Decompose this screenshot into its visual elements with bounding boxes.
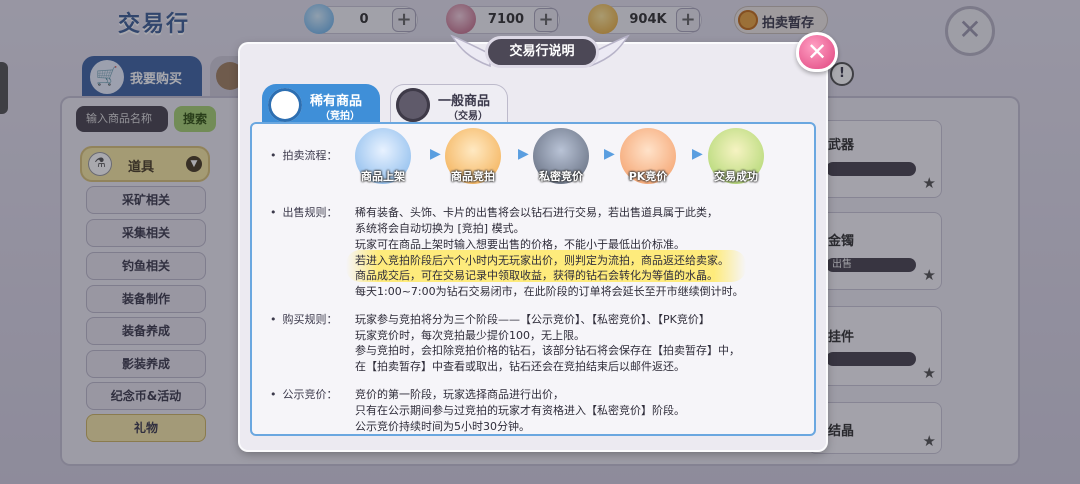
- sell-rules-label: 出售规则：: [270, 204, 338, 220]
- flow-step: PK竞价: [619, 128, 677, 184]
- sell-rule-line: 稀有装备、头饰、卡片的出售将会以钻石进行交易，若出售道具属于此类，: [355, 206, 718, 219]
- sell-rule-line: 商品成交后，可在交易记录中领取收益，获得的钻石会转化为等值的水晶。: [355, 269, 718, 282]
- sell-rule-line: 每天1:00~7:00为钻石交易闭市，在此阶段的订单将会延长至开市继续倒计时。: [355, 285, 744, 298]
- flow-step-label: 商品竞拍: [451, 170, 495, 183]
- public-bid-line: 公示竞价持续时间为5小时30分钟。: [355, 420, 530, 433]
- tab-normal-items[interactable]: 一般商品 （交易）: [390, 84, 508, 126]
- diamond-icon: [268, 88, 302, 122]
- public-bid-line: 只有在公示期间参与过竞拍的玩家才有资格进入【私密竞价】阶段。: [355, 404, 685, 417]
- close-icon[interactable]: ✕: [796, 32, 838, 72]
- public-bid-line: 竞价的第一阶段，玩家选择商品进行出价，: [355, 388, 564, 401]
- sell-rule-line: 玩家可在商品上架时输入想要出售的价格，不能小于最低出价标准。: [355, 238, 685, 251]
- chevron-right-icon: ▶: [518, 146, 529, 162]
- tab-rare-items[interactable]: 稀有商品 （竞拍）: [262, 84, 380, 126]
- flow-step: 商品竞拍: [444, 128, 502, 184]
- chevron-right-icon: ▶: [604, 146, 615, 162]
- buy-rules-label: 购买规则：: [270, 311, 338, 327]
- chevron-right-icon: ▶: [692, 146, 703, 162]
- crystal-icon: [396, 88, 430, 122]
- buy-rule-line: 在【拍卖暂存】中查看或取出，钻石还会在竞拍结束后以邮件返还。: [355, 360, 685, 373]
- flow-step: 交易成功: [707, 128, 765, 184]
- flow-step: 商品上架: [354, 128, 412, 184]
- dialog-title: 交易行说明: [485, 36, 599, 68]
- public-bid-label: 公示竞价：: [270, 386, 338, 402]
- chevron-right-icon: ▶: [430, 146, 441, 162]
- buy-rule-line: 玩家参与竞拍将分为三个阶段——【公示竞价】、【私密竞价】、【PK竞价】: [355, 313, 710, 326]
- tab-rare-subtitle: （竞拍）: [320, 111, 360, 122]
- buy-rule-line: 参与竞拍时，会扣除竞拍价格的钻石，该部分钻石将会保存在【拍卖暂存】中，: [355, 344, 740, 357]
- flow-step: 私密竞价: [532, 128, 590, 184]
- flow-label: 拍卖流程：: [270, 147, 338, 163]
- tab-normal-subtitle: （交易）: [448, 111, 488, 122]
- flow-step-label: 私密竞价: [539, 170, 583, 183]
- sell-rule-line: 若进入竞拍阶段后六个小时内无玩家出价，则判定为流拍，商品返还给卖家。: [355, 254, 729, 267]
- flow-step-label: 商品上架: [361, 170, 405, 183]
- flow-step-label: PK竞价: [628, 170, 668, 183]
- buy-rule-line: 玩家竞价时，每次竞拍最少提价100，无上限。: [355, 329, 585, 342]
- sell-rule-line: 系统将会自动切换为 [竞拍] 模式。: [355, 222, 525, 235]
- flow-step-label: 交易成功: [714, 170, 758, 183]
